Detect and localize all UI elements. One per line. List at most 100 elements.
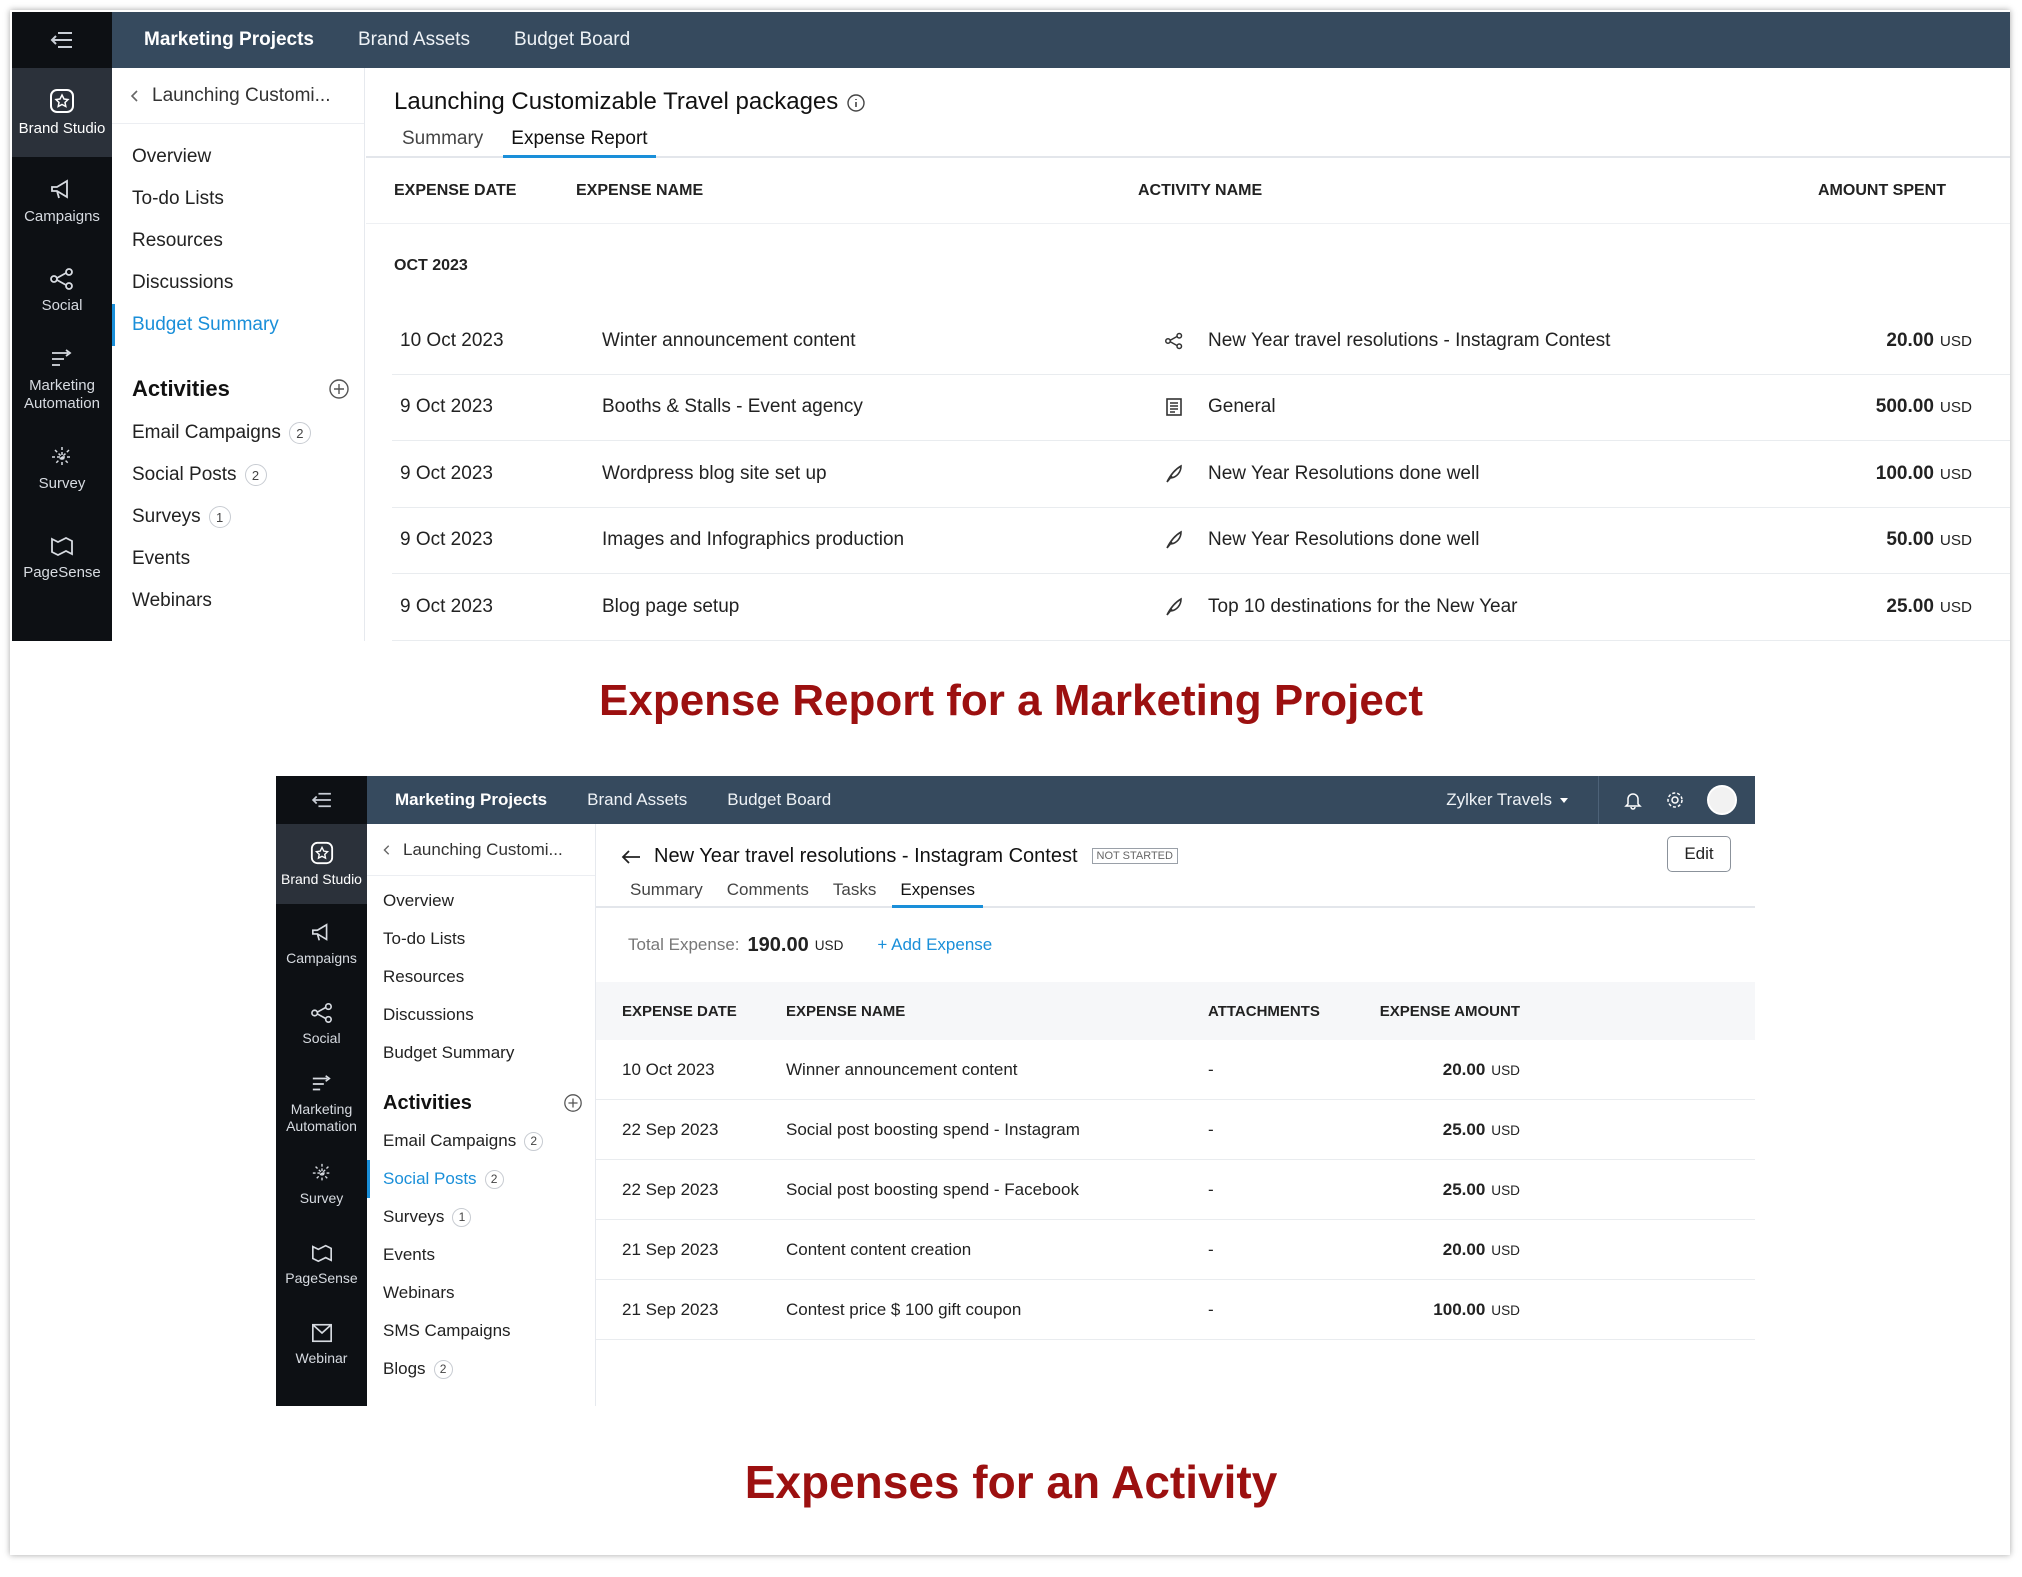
sidebar-item-discussions[interactable]: Discussions xyxy=(112,262,364,304)
rail-item-pagesense[interactable]: PageSense xyxy=(12,513,112,602)
topnav-budget-board[interactable]: Budget Board xyxy=(727,790,831,810)
sidebar-item-surveys[interactable]: Surveys 1 xyxy=(112,496,364,538)
expense-date: 9 Oct 2023 xyxy=(400,396,493,418)
topnav-marketing-projects[interactable]: Marketing Projects xyxy=(144,29,314,51)
sidebar-item-blogs[interactable]: Blogs 2 xyxy=(367,1350,595,1388)
amount-spent: 25.00 USD xyxy=(1634,596,2010,618)
org-switcher[interactable]: Zylker Travels xyxy=(1446,790,1568,810)
column-header: EXPENSE DATE xyxy=(622,1002,737,1020)
table-row[interactable]: 21 Sep 2023 Content content creation - 20.0… xyxy=(596,1220,1755,1280)
gear-icon[interactable] xyxy=(1665,790,1685,810)
activity-cell[interactable]: New Year travel resolutions - Instagram … xyxy=(1164,330,1634,352)
tab-tasks[interactable]: Tasks xyxy=(833,880,876,906)
add-activity-icon[interactable] xyxy=(328,378,350,400)
table-row[interactable]: 10 Oct 2023 Winner announcement content - 2… xyxy=(596,1040,1755,1100)
sidebar-item-events[interactable]: Events xyxy=(367,1236,595,1274)
pagesense-icon xyxy=(51,536,73,556)
expense-date: 21 Sep 2023 xyxy=(622,1299,719,1319)
rail-item-webinar[interactable]: Webinar xyxy=(276,1304,367,1384)
rail-item-brand-studio[interactable]: Brand Studio xyxy=(12,68,112,157)
rail-item-brand-studio[interactable]: Brand Studio xyxy=(276,824,367,904)
sidebar-item-resources[interactable]: Resources xyxy=(112,220,364,262)
sidebar-item-sms-campaigns[interactable]: SMS Campaigns xyxy=(367,1312,595,1350)
table-row[interactable]: 9 Oct 2023 Blog page setup Top 10 destinat… xyxy=(392,574,2010,641)
rail-item-marketing-automation[interactable]: Marketing Automation xyxy=(276,1064,367,1144)
count-badge: 2 xyxy=(288,422,311,444)
table-row[interactable]: 9 Oct 2023 Booths & Stalls - Event agency… xyxy=(392,375,2010,441)
menu-collapse-button[interactable] xyxy=(276,776,367,824)
expense-report-app: Brand Studio Campaigns Social Marketing … xyxy=(12,12,2010,641)
column-header: ATTACHMENTS xyxy=(1208,1002,1320,1020)
sidebar-item-discussions[interactable]: Discussions xyxy=(367,996,595,1034)
sidebar-item-webinars[interactable]: Webinars xyxy=(367,1274,595,1312)
topnav-budget-board[interactable]: Budget Board xyxy=(514,29,630,51)
sidebar-item-todo-lists[interactable]: To-do Lists xyxy=(112,178,364,220)
activity-cell[interactable]: Top 10 destinations for the New Year xyxy=(1164,596,1634,618)
sidebar-item-social-posts[interactable]: Social Posts 2 xyxy=(112,454,364,496)
rail-item-social[interactable]: Social xyxy=(12,246,112,335)
sidebar-item-social-posts[interactable]: Social Posts 2 xyxy=(367,1160,595,1198)
sidebar-item-email-campaigns[interactable]: Email Campaigns 2 xyxy=(112,412,364,454)
info-icon[interactable] xyxy=(846,93,866,113)
activity-cell[interactable]: New Year Resolutions done well xyxy=(1164,463,1634,485)
attachments: - xyxy=(1208,1179,1214,1199)
activity-cell[interactable]: New Year Resolutions done well xyxy=(1164,529,1634,551)
activity-name: New Year Resolutions done well xyxy=(1208,529,1480,551)
edit-button[interactable]: Edit xyxy=(1667,836,1731,872)
caption-top: Expense Report for a Marketing Project xyxy=(599,676,1423,725)
activity-cell[interactable]: General xyxy=(1164,396,1634,418)
tab-comments[interactable]: Comments xyxy=(727,880,809,906)
sidebar-item-overview[interactable]: Overview xyxy=(112,136,364,178)
attachments: - xyxy=(1208,1119,1214,1139)
breadcrumb[interactable]: Launching Customi... xyxy=(367,824,595,876)
sidebar-item-email-campaigns[interactable]: Email Campaigns 2 xyxy=(367,1122,595,1160)
activities-label: Activities xyxy=(383,1091,472,1114)
rail-item-marketing-automation[interactable]: Marketing Automation xyxy=(12,335,112,424)
amount-currency: USD xyxy=(1491,1242,1520,1258)
sidebar-item-overview[interactable]: Overview xyxy=(367,882,595,920)
table-row[interactable]: 22 Sep 2023 Social post boosting spend - … xyxy=(596,1160,1755,1220)
sidebar-item-budget-summary[interactable]: Budget Summary xyxy=(112,304,364,346)
add-expense-link[interactable]: + Add Expense xyxy=(877,935,992,955)
sidebar-item-todo-lists[interactable]: To-do Lists xyxy=(367,920,595,958)
amount-value: 50.00 xyxy=(1886,529,1934,551)
rail-item-social[interactable]: Social xyxy=(276,984,367,1064)
add-activity-icon[interactable] xyxy=(563,1093,583,1113)
sidebar-item-surveys[interactable]: Surveys 1 xyxy=(367,1198,595,1236)
back-arrow-icon[interactable] xyxy=(620,848,642,866)
topnav-brand-assets[interactable]: Brand Assets xyxy=(587,790,687,810)
tab-summary[interactable]: Summary xyxy=(402,128,483,156)
table-row[interactable]: 9 Oct 2023 Images and Infographics produc… xyxy=(392,508,2010,574)
report-tabs: Summary Expense Report xyxy=(366,116,2010,158)
breadcrumb[interactable]: Launching Customi... xyxy=(112,68,364,124)
amount-spent: 20.00 USD xyxy=(1634,330,2010,352)
bell-icon[interactable] xyxy=(1623,790,1643,810)
expense-date: 10 Oct 2023 xyxy=(400,329,504,351)
table-row[interactable]: 22 Sep 2023 Social post boosting spend - … xyxy=(596,1100,1755,1160)
rail-item-pagesense[interactable]: PageSense xyxy=(276,1224,367,1304)
tab-summary[interactable]: Summary xyxy=(630,880,703,906)
tab-expense-report[interactable]: Expense Report xyxy=(503,128,656,158)
menu-collapse-button[interactable] xyxy=(12,12,112,68)
table-row[interactable]: 10 Oct 2023 Winter announcement content Ne… xyxy=(392,308,2010,375)
rail-item-survey[interactable]: Survey xyxy=(276,1144,367,1224)
rail-item-campaigns[interactable]: Campaigns xyxy=(276,904,367,984)
table-row[interactable]: 9 Oct 2023 Wordpress blog site set up New … xyxy=(392,441,2010,508)
rail-item-survey[interactable]: Survey xyxy=(12,424,112,513)
topnav-marketing-projects[interactable]: Marketing Projects xyxy=(395,790,547,810)
expense-name: Social post boosting spend - Facebook xyxy=(786,1179,1079,1199)
tab-expenses[interactable]: Expenses xyxy=(892,880,983,908)
rail-item-campaigns[interactable]: Campaigns xyxy=(12,157,112,246)
project-sidebar: Launching Customi... Overview To-do List… xyxy=(367,824,596,1406)
sidebar-item-budget-summary[interactable]: Budget Summary xyxy=(367,1034,595,1072)
sidebar-item-webinars[interactable]: Webinars xyxy=(112,580,364,622)
expense-amount: 20.00 USD xyxy=(1378,1240,1520,1260)
chevron-left-icon xyxy=(130,89,138,102)
org-name: Zylker Travels xyxy=(1446,790,1552,809)
table-row[interactable]: 21 Sep 2023 Contest price $ 100 gift coup… xyxy=(596,1280,1755,1340)
sidebar-item-resources[interactable]: Resources xyxy=(367,958,595,996)
topnav-brand-assets[interactable]: Brand Assets xyxy=(358,29,470,51)
nav-label: Events xyxy=(383,1245,435,1264)
avatar[interactable] xyxy=(1707,785,1737,815)
sidebar-item-events[interactable]: Events xyxy=(112,538,364,580)
